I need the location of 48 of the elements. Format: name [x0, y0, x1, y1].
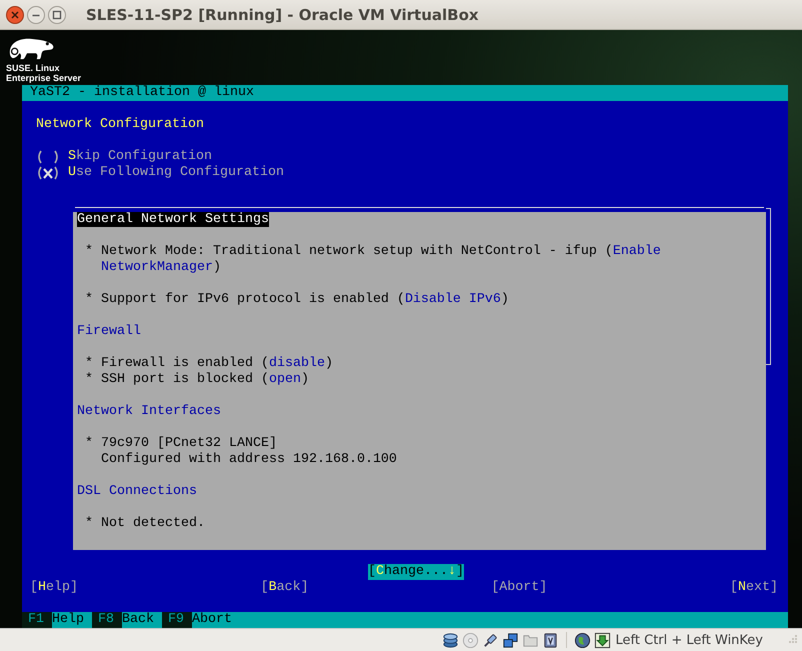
change-button[interactable]: [Change...↓] — [368, 564, 464, 580]
section-heading[interactable]: General Network Settings — [77, 212, 269, 227]
radio-option[interactable]: Skip Configuration — [36, 149, 212, 165]
function-key: F9 — [162, 612, 192, 628]
dialog-button[interactable]: [Next] — [730, 580, 778, 596]
usb-plug-icon[interactable] — [482, 632, 499, 648]
summary-link[interactable]: open — [268, 372, 301, 387]
hard-disk-icon[interactable] — [442, 632, 459, 648]
bullet: * — [85, 244, 94, 261]
bullet: * — [85, 372, 94, 388]
dialog-button[interactable]: [Help] — [30, 580, 78, 596]
function-key: F1 — [22, 612, 52, 628]
close-icon[interactable] — [6, 6, 24, 24]
section-heading[interactable]: Firewall — [77, 324, 141, 339]
chip-icon[interactable] — [542, 632, 559, 648]
summary-link[interactable]: disable — [268, 356, 325, 371]
download-arrow-icon[interactable] — [594, 632, 611, 648]
maximize-icon[interactable] — [48, 6, 66, 24]
summary-text: 79c970 [PCnet32 LANCE] — [101, 436, 277, 452]
summary-link[interactable]: Disable IPv6 — [404, 292, 501, 307]
summary-link[interactable]: NetworkManager — [101, 260, 213, 275]
resize-grip-icon[interactable] — [786, 634, 798, 646]
bullet: * — [85, 436, 94, 453]
page-heading: Network Configuration — [35, 117, 204, 133]
dialog-title: YaST2 - installation @ linux — [22, 85, 788, 101]
minimize-icon[interactable] — [27, 6, 45, 24]
summary-text: Support for IPv6 protocol is enabled (Disable IPv6) — [101, 292, 509, 308]
windows-icon[interactable] — [502, 632, 519, 648]
summary-text: Configured with address 192.168.0.100 — [101, 452, 397, 468]
radio-option[interactable]: Use Following Configuration — [36, 165, 284, 181]
globe-icon[interactable] — [574, 632, 591, 648]
dialog-button[interactable]: [Abort] — [491, 580, 548, 596]
host-key-label: Left Ctrl + Left WinKey — [616, 632, 763, 648]
window-title: SLES-11-SP2 [Running] - Oracle VM VirtualBox — [86, 6, 479, 24]
function-key: F8 — [92, 612, 122, 628]
scroll-bar[interactable] — [766, 208, 771, 365]
summary-text: Network Mode: Traditional network setup with NetControl - ifup (Enable NetworkManager) — [101, 244, 662, 276]
summary-text: SSH port is blocked (open) — [101, 372, 309, 388]
section-heading[interactable]: DSL Connections — [77, 484, 197, 499]
summary-text: Firewall is enabled (disable) — [101, 356, 333, 372]
bullet: * — [85, 516, 94, 532]
dialog-button[interactable]: [Back] — [260, 580, 309, 596]
logo-text: SUSE. Linux Enterprise Server — [6, 63, 82, 83]
summary-text: Not detected. — [101, 516, 205, 532]
bullet: * — [85, 292, 94, 308]
summary-link[interactable]: Enable — [612, 244, 661, 259]
bullet: * — [85, 356, 94, 372]
section-heading[interactable]: Network Interfaces — [77, 404, 221, 419]
